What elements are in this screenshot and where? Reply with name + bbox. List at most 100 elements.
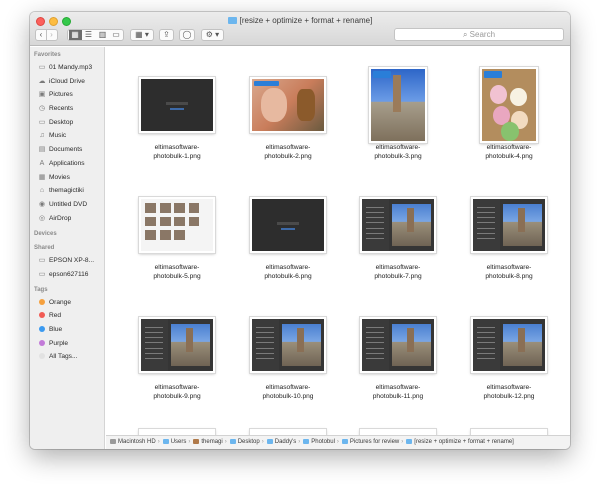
folder-icon [229, 439, 236, 444]
sidebar-item-orange[interactable]: Orange [30, 296, 104, 310]
sidebar-item-pictures[interactable]: ▣ Pictures [30, 88, 104, 102]
file-item[interactable]: eltimasoftware-photobulk-4.png [453, 65, 565, 177]
path-segment-label: Users [170, 439, 187, 445]
path-segment-label: themagi [201, 439, 223, 445]
path-separator-icon: › [261, 439, 264, 445]
sidebar-item-label: EPSON XP-8... [49, 257, 95, 265]
file-name: eltimasoftware-photobulk-3.png [342, 143, 454, 161]
sidebar-item-movies[interactable]: ▦ Movies [30, 171, 104, 185]
sidebar-item-epson627116[interactable]: ▭ epson627116 [30, 268, 104, 282]
path-separator-icon: › [298, 439, 301, 445]
path-segment-users[interactable]: Users [162, 439, 187, 445]
file-item[interactable]: eltimasoftware-photobulk-1.png [121, 65, 233, 177]
file-item[interactable]: eltimasoftware-photobulk-5.png [121, 185, 233, 297]
file-item[interactable]: eltimasoftware-photobulk-7.png [342, 185, 454, 297]
sidebar-item-label: Applications [49, 159, 85, 167]
forward-button[interactable]: › [47, 30, 57, 40]
file-item[interactable]: eltimasoftware-photobulk-2.png [232, 65, 344, 177]
sidebar-item-epson-xp-8[interactable]: ▭ EPSON XP-8... [30, 254, 104, 268]
sidebar-item-purple[interactable]: Purple [30, 337, 104, 351]
thumbnail-detail [296, 89, 316, 121]
back-button[interactable]: ‹ [37, 30, 47, 40]
file-name-line: photobulk-2.png [264, 153, 312, 160]
file-name-line: photobulk-4.png [485, 153, 533, 160]
file-name: eltimasoftware-photobulk-7.png [342, 263, 454, 281]
search-field[interactable]: ⌕ Search [394, 28, 564, 41]
file-grid: eltimasoftware-photobulk-1.png eltimasoft… [106, 47, 570, 435]
sidebar-item-music[interactable]: ♫ Music [30, 129, 104, 143]
sidebar-item-documents[interactable]: ▤ Documents [30, 143, 104, 157]
thumbnail-image [252, 199, 324, 251]
file-name-line: eltimasoftware- [375, 384, 421, 391]
sidebar-item-01-mandy-mp3[interactable]: ▭ 01 Mandy.mp3 [30, 61, 104, 75]
sidebar-item-label: Music [49, 132, 67, 140]
path-separator-icon: › [188, 439, 191, 445]
file-item[interactable]: eltimasoftware-photobulk-12.png [453, 305, 565, 417]
file-name-line: eltimasoftware- [486, 144, 532, 151]
file-name-line: photobulk-12.png [483, 393, 535, 400]
action-button[interactable]: ⚙ ▾ [201, 29, 224, 41]
thumbnail-detail [280, 227, 296, 230]
sidebar-item-blue[interactable]: Blue [30, 323, 104, 337]
path-segment-resize-optimize-format-rename[interactable]: [resize + optimize + format + rename] [405, 439, 514, 445]
file-item[interactable]: eltimasoftware-photobulk-11.png [342, 305, 454, 417]
list-view-button[interactable]: ☰ [82, 30, 96, 40]
thumbnail-detail [169, 107, 185, 110]
sidebar-item-airdrop[interactable]: ◎ AirDrop [30, 212, 104, 226]
file-item[interactable]: eltimasoftware-photobulk-3.png [342, 65, 454, 177]
file-item[interactable]: eltimasoftware-photobulk-10.png [232, 305, 344, 417]
sidebar-item-all-tags[interactable]: All Tags... [30, 350, 104, 364]
sidebar-item-untitled-dvd[interactable]: ◉ Untitled DVD [30, 198, 104, 212]
path-segment-label: Pictures for review [349, 439, 400, 445]
sidebar-item-desktop[interactable]: ▭ Desktop [30, 116, 104, 130]
share-button[interactable]: ⇪ [159, 29, 174, 41]
sidebar-item-icloud-drive[interactable]: ☁ iCloud Drive [30, 75, 104, 89]
arrange-button[interactable]: ▦ ▾ [130, 29, 154, 41]
thumbnail-detail [477, 337, 495, 339]
thumbnail-detail [145, 342, 163, 344]
thumbnail-photo [503, 204, 543, 246]
file-name-line: photobulk-6.png [264, 273, 312, 280]
thumbnail-detail [145, 203, 157, 213]
view-switcher: ▦ ☰ ▥ ▭ [67, 29, 124, 41]
sidebar-item-themagictiki[interactable]: ⌂ themagictiki [30, 184, 104, 198]
sidebar-item-recents[interactable]: ◷ Recents [30, 102, 104, 116]
thumbnail-detail [174, 230, 185, 240]
sidebar-item-label: 01 Mandy.mp3 [49, 64, 93, 71]
thumbnail-detail [477, 352, 495, 354]
path-segment-daddy-s[interactable]: Daddy's [266, 439, 296, 445]
gear-icon: ⚙ ▾ [205, 30, 220, 39]
path-segment-label: Macintosh HD [118, 439, 156, 445]
thumbnail-detail [366, 217, 384, 219]
icon-view-button[interactable]: ▦ [68, 30, 82, 40]
file-thumbnail [250, 77, 326, 133]
thumbnail-detail [366, 227, 384, 229]
sidebar-item-applications[interactable]: A Applications [30, 157, 104, 171]
sidebar-item-icon: ◷ [38, 105, 46, 113]
sidebar-item-icon: ◉ [38, 200, 46, 208]
file-item[interactable]: eltimasoftware-photobulk-9.png [121, 305, 233, 417]
path-segment-pictures-for-review[interactable]: Pictures for review [341, 439, 399, 445]
file-item[interactable]: eltimasoftware-photobulk-6.png [232, 185, 344, 297]
thumbnail-image [482, 69, 536, 141]
thumbnail-photo [171, 324, 211, 366]
folder-icon [406, 439, 413, 444]
path-segment-desktop[interactable]: Desktop [229, 439, 260, 445]
back-forward-control: ‹ › [35, 29, 58, 41]
path-segment-macintosh-hd[interactable]: Macintosh HD [109, 439, 156, 445]
file-item[interactable]: eltimasoftware-photobulk-8.png [453, 185, 565, 297]
column-view-button[interactable]: ▥ [96, 30, 110, 40]
gallery-view-button[interactable]: ▭ [110, 30, 123, 40]
file-name-line: photobulk-8.png [485, 273, 533, 280]
sidebar-item-icon: ▭ [38, 118, 46, 126]
thumbnail-logo [372, 71, 391, 79]
sidebar-item-red[interactable]: Red [30, 309, 104, 323]
thumbnail-detail [366, 326, 384, 328]
path-segment-themagi[interactable]: themagi [192, 439, 223, 445]
thumbnail-detail [145, 347, 163, 349]
sidebar-item-label: Documents [49, 146, 83, 154]
file-name-line: eltimasoftware- [486, 264, 532, 271]
thumbnail-detail [366, 332, 384, 333]
tags-button[interactable]: ◯ [179, 29, 195, 41]
path-segment-photobul[interactable]: Photobul [302, 439, 335, 445]
